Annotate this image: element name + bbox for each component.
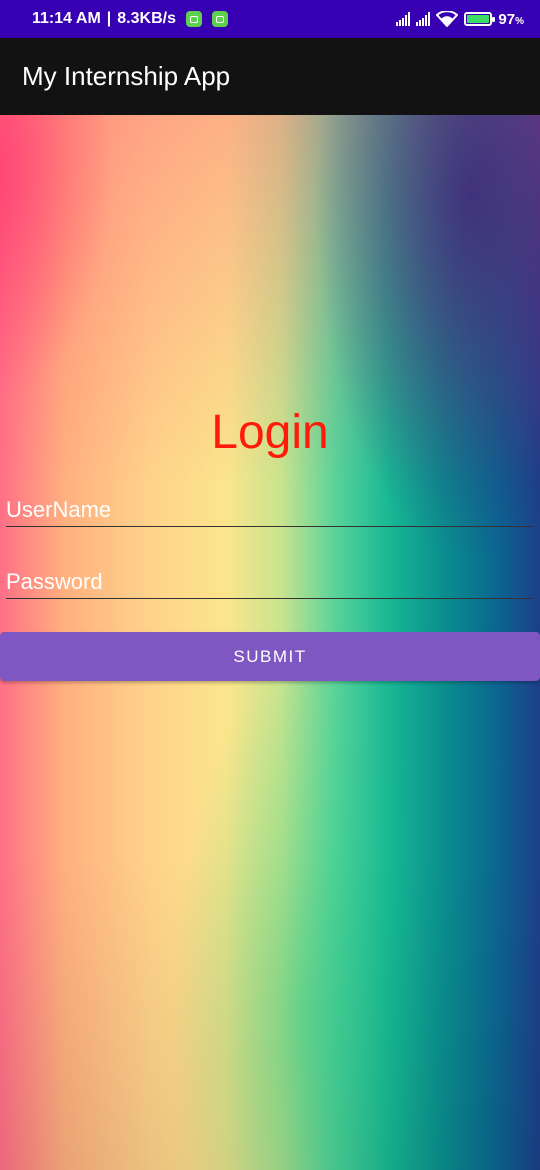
app-title: My Internship App [22,61,231,91]
login-screen-background: Login SUBMIT [0,115,540,1170]
network-speed: 8.3KB/s [117,10,176,27]
screen: 11:14 AM | 8.3KB/s 97% My Internship App… [0,0,540,1170]
status-right: 97% [396,11,524,28]
app-notification-icon [185,11,202,27]
username-input[interactable] [6,493,534,527]
app-notification-icon [211,11,228,27]
status-left: 11:14 AM | 8.3KB/s [32,10,228,28]
status-separator: | [106,10,112,27]
status-bar: 11:14 AM | 8.3KB/s 97% [0,0,540,38]
battery-percent: 97% [498,10,524,28]
app-bar: My Internship App [0,38,540,115]
login-title: Login [211,406,329,459]
status-time: 11:14 AM [32,10,101,27]
wifi-icon [436,11,459,27]
battery-icon [464,12,496,26]
signal-icon [396,12,411,26]
submit-button[interactable]: SUBMIT [0,632,540,681]
signal-icon [416,12,431,26]
password-input[interactable] [6,565,534,599]
